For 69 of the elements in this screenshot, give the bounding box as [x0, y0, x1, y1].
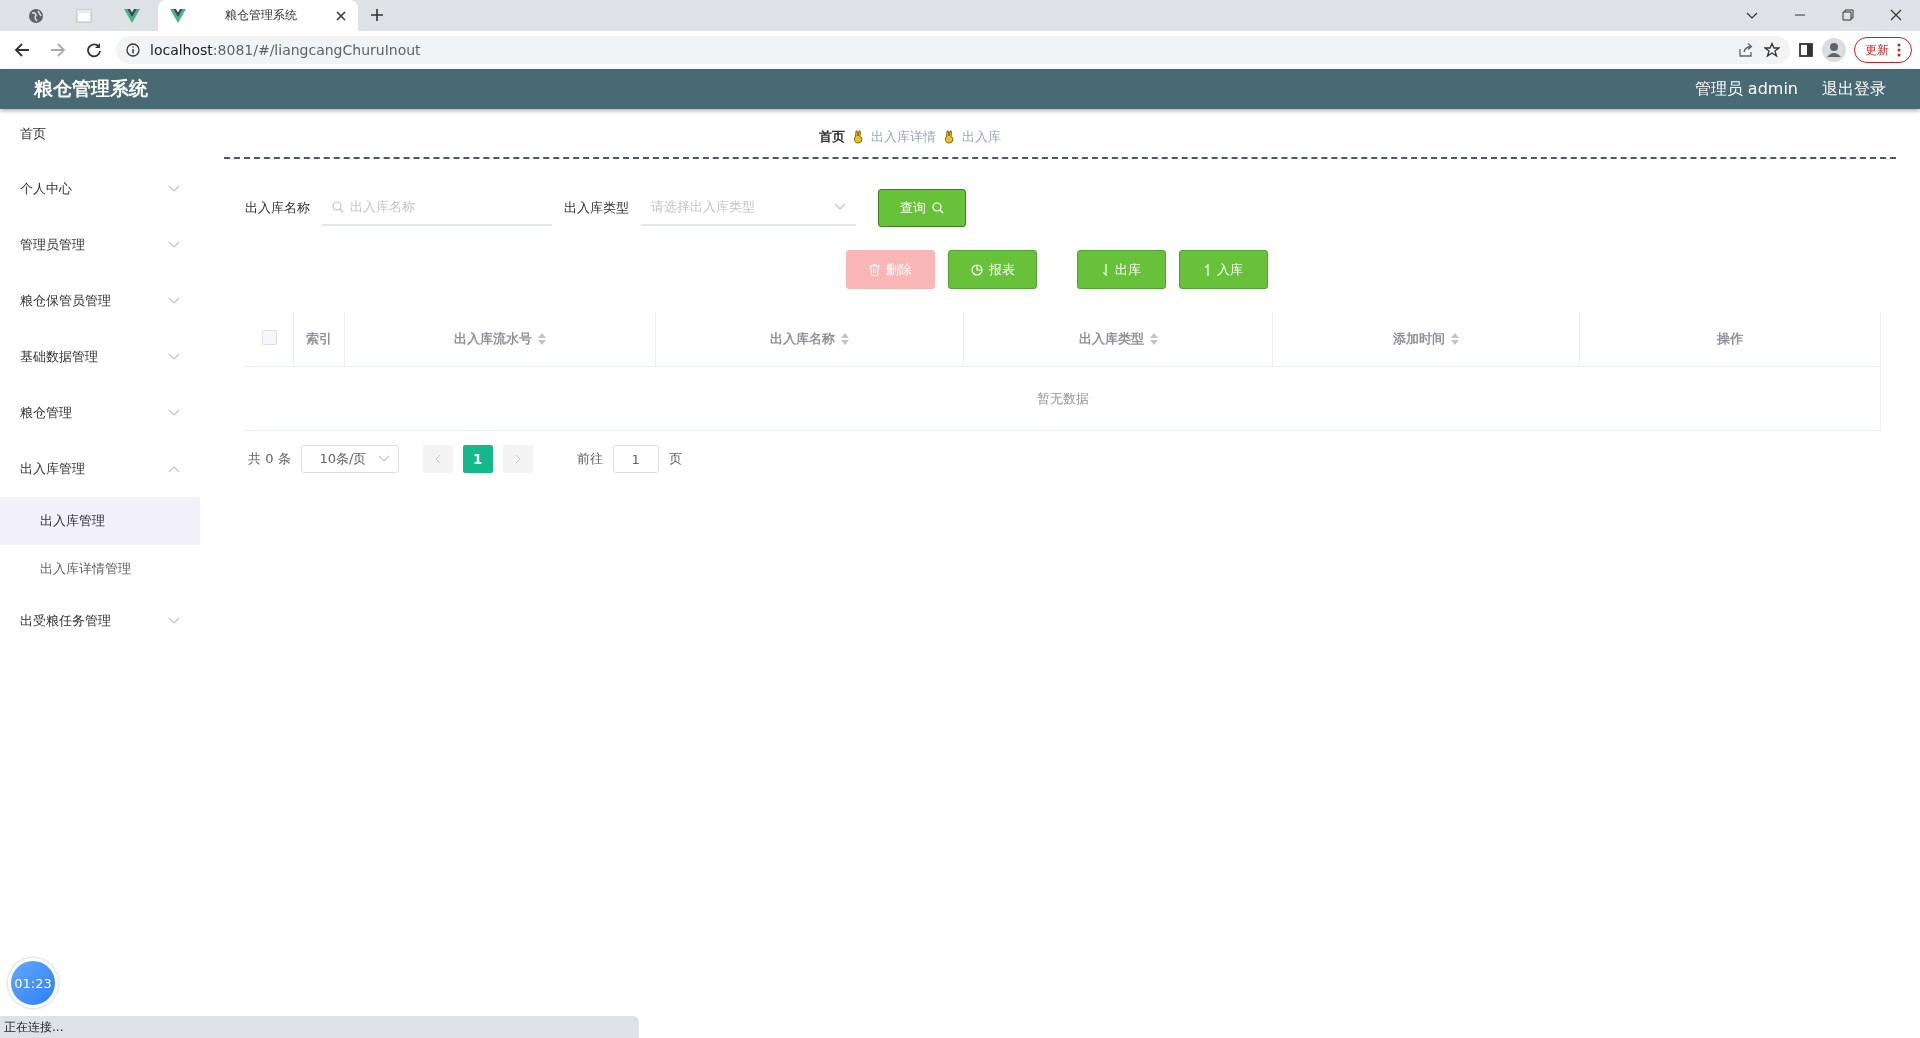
- side-panel-icon[interactable]: [1798, 42, 1814, 58]
- select-all-checkbox[interactable]: [261, 330, 277, 345]
- search-icon: [932, 202, 944, 214]
- breadcrumb-item: 出入库详情: [871, 128, 936, 146]
- breadcrumb-item: 出入库: [962, 128, 1001, 146]
- pie-icon: [970, 263, 983, 276]
- v-logo-icon: [170, 8, 186, 23]
- chevron-icon: [168, 353, 180, 361]
- page-icon: [76, 8, 92, 23]
- sidebar-item[interactable]: 管理员管理: [0, 217, 200, 273]
- breadcrumb-item[interactable]: 首页: [819, 128, 845, 146]
- more-icon: [1897, 43, 1901, 57]
- url-text: localhost:8081/#/liangcangChuruInout: [150, 42, 421, 58]
- sidebar-item[interactable]: 基础数据管理: [0, 329, 200, 385]
- sidebar-item[interactable]: 首页: [0, 117, 200, 161]
- star-icon[interactable]: [1764, 42, 1780, 58]
- update-button[interactable]: 更新: [1854, 37, 1912, 63]
- column-header: 添加时间: [1393, 330, 1445, 348]
- trash-icon: [869, 263, 880, 276]
- plus-icon: [370, 8, 384, 22]
- column-header: 索引: [306, 330, 332, 348]
- hand-icon: [853, 130, 863, 144]
- empty-message: 暂无数据: [1036, 390, 1089, 406]
- hand-icon: [944, 130, 954, 144]
- column-header: 操作: [1717, 330, 1743, 348]
- close-icon[interactable]: [336, 10, 346, 21]
- chevron-icon: [377, 455, 390, 463]
- chevron-icon: [434, 454, 441, 464]
- chevron-icon: [168, 297, 180, 305]
- browser-tab[interactable]: 粮仓管理系统: [158, 0, 358, 31]
- chevron-icon: [834, 203, 846, 211]
- logout-link[interactable]: 退出登录: [1822, 78, 1886, 100]
- sidebar-subitem[interactable]: 出入库管理: [0, 497, 200, 545]
- chevron-icon: [168, 465, 180, 473]
- page-size-select[interactable]: 10条/页: [300, 445, 399, 473]
- back-icon[interactable]: [14, 42, 30, 58]
- sidebar-item[interactable]: 出入库管理: [0, 441, 200, 497]
- search-icon: [332, 201, 344, 213]
- close-icon[interactable]: [1890, 9, 1902, 21]
- column-header: 出入库类型: [1078, 330, 1144, 348]
- user-label: 管理员 admin: [1694, 78, 1798, 100]
- field-label: 出入库类型: [564, 199, 629, 217]
- globe-icon: [28, 7, 44, 24]
- sidebar-item[interactable]: 粮仓管理: [0, 385, 200, 441]
- sidebar-item[interactable]: 出受粮任务管理: [0, 593, 200, 649]
- sidebar-subitem[interactable]: 出入库详情管理: [0, 545, 200, 593]
- reload-icon[interactable]: [86, 42, 102, 58]
- chevron-icon: [168, 241, 180, 249]
- page-input[interactable]: 1: [612, 445, 659, 473]
- v-logo-icon: [124, 8, 140, 23]
- status-bar: 正在连接...: [0, 1016, 639, 1038]
- share-icon[interactable]: [1738, 42, 1754, 58]
- sidebar-item[interactable]: 个人中心: [0, 161, 200, 217]
- info-icon[interactable]: [126, 43, 140, 57]
- restore-icon[interactable]: [1842, 9, 1854, 21]
- app-title: 粮仓管理系统: [34, 76, 149, 101]
- column-header: 出入库名称: [770, 330, 835, 348]
- total-count: 共 0 条: [248, 450, 291, 468]
- chevron-icon: [168, 409, 180, 417]
- profile-icon[interactable]: [1822, 38, 1846, 62]
- chevron-icon: [168, 185, 180, 193]
- chevron-icon: [514, 454, 521, 464]
- goto-label: 前往: [576, 450, 603, 468]
- address-bar[interactable]: localhost:8081/#/liangcangChuruInout: [116, 36, 1790, 64]
- column-header: 出入库流水号: [454, 330, 532, 348]
- field-label: 出入库名称: [245, 199, 310, 217]
- chevron-icon: [168, 617, 180, 625]
- sidebar-item[interactable]: 粮仓保管员管理: [0, 273, 200, 329]
- page-unit: 页: [668, 450, 682, 468]
